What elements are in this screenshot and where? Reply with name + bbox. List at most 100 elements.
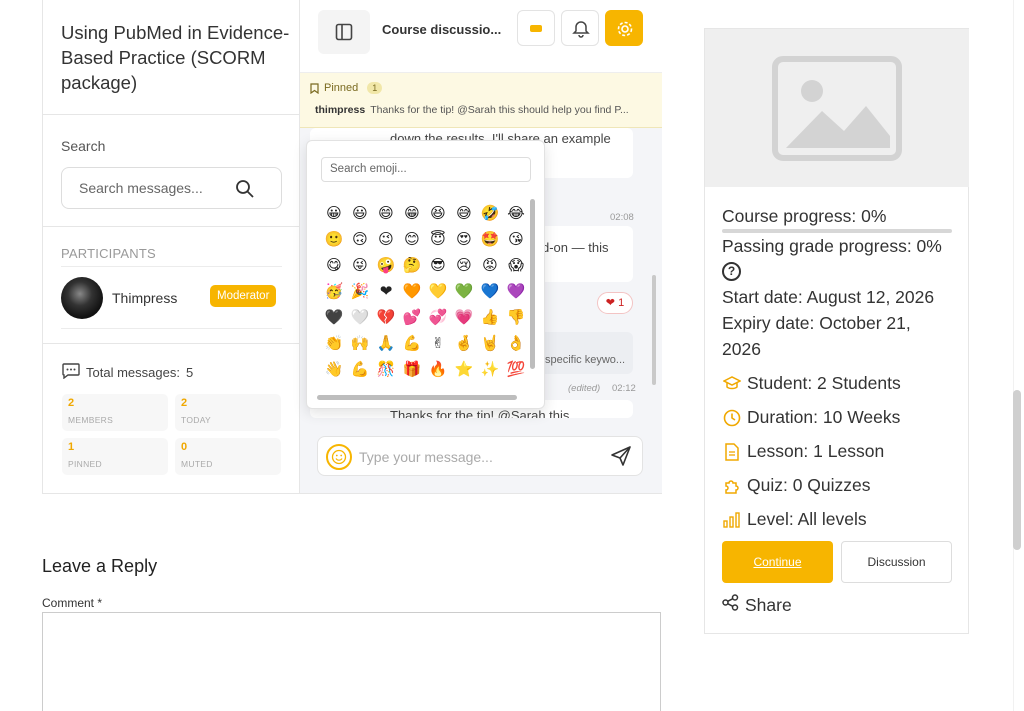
settings-button[interactable] <box>605 10 643 46</box>
divider <box>61 328 282 329</box>
emoji-option[interactable]: 🤍 <box>347 307 373 328</box>
emoji-option[interactable]: 🙌 <box>347 333 373 354</box>
emoji-search-input[interactable]: Search emoji... <box>321 157 531 182</box>
discussion-button[interactable]: Discussion <box>841 541 952 583</box>
emoji-option[interactable]: 😘 <box>503 229 529 250</box>
emoji-option[interactable]: 🤩 <box>477 229 503 250</box>
message-input[interactable]: Type your message... <box>359 449 493 465</box>
reaction-badge[interactable]: ❤ 1 <box>597 292 633 314</box>
emoji-option[interactable]: 😊 <box>399 229 425 250</box>
emoji-option[interactable]: 💪 <box>399 333 425 354</box>
emoji-option[interactable]: 🎉 <box>347 281 373 302</box>
emoji-option[interactable]: 💪 <box>347 359 373 380</box>
emoji-option[interactable]: 🥳 <box>321 281 347 302</box>
emoji-option[interactable]: 💙 <box>477 281 503 302</box>
meta-text: Lesson: 1 Lesson <box>747 441 885 461</box>
emoji-option[interactable]: 🖤 <box>321 307 347 328</box>
emoji-option[interactable]: 🎁 <box>399 359 425 380</box>
emoji-option[interactable]: 😀 <box>321 203 347 224</box>
emoji-option[interactable]: 👋 <box>321 359 347 380</box>
emoji-option[interactable]: 💕 <box>399 307 425 328</box>
comment-textarea[interactable] <box>42 612 661 711</box>
sidebar-icon <box>335 23 353 41</box>
continue-button[interactable]: Continue <box>722 541 833 583</box>
chat-scrollbar[interactable] <box>652 275 656 385</box>
search-label: Search <box>61 138 106 154</box>
emoji-option[interactable]: 💛 <box>425 281 451 302</box>
emoji-option[interactable]: 😢 <box>451 255 477 276</box>
emoji-option[interactable]: 😜 <box>347 255 373 276</box>
emoji-vertical-scrollbar[interactable] <box>530 199 535 369</box>
emoji-option[interactable]: 😆 <box>425 203 451 224</box>
pin-button[interactable] <box>517 10 555 46</box>
emoji-option[interactable]: 😱 <box>503 255 529 276</box>
emoji-horizontal-scrollbar[interactable] <box>317 395 517 400</box>
emoji-option[interactable]: ✌ <box>425 333 451 354</box>
search-input[interactable]: Search messages... <box>61 167 282 209</box>
sidebar-toggle-button[interactable] <box>318 10 370 54</box>
emoji-option[interactable]: 😍 <box>451 229 477 250</box>
page-edge <box>1013 0 1014 711</box>
pinned-message-bar[interactable]: Pinned 1 thimpress Thanks for the tip! @S… <box>300 73 662 128</box>
emoji-grid[interactable]: 😀 😃 😄 😁 😆 😅 🤣 😂 🙂 🙃 😉 😊 😇 😍 🤩 😘 😋 😜 🤪 🤔 😎 😢 😡 😱 🥳 🎉 ❤ 🧡 💛 💚 💙 💜 🖤 🤍 💔 💕 💞 💗 👍 👎… <box>321 203 526 380</box>
moderator-badge: Moderator <box>210 285 277 307</box>
file-icon <box>722 442 741 461</box>
emoji-option[interactable]: 😡 <box>477 255 503 276</box>
emoji-option[interactable]: 🤞 <box>451 333 477 354</box>
help-icon[interactable]: ? <box>722 262 741 281</box>
meta-text: Level: All levels <box>747 509 867 529</box>
emoji-option[interactable]: 👌 <box>503 333 529 354</box>
emoji-option[interactable]: 💜 <box>503 281 529 302</box>
send-icon[interactable] <box>610 445 632 472</box>
emoji-option[interactable]: 💯 <box>503 359 529 380</box>
stat-value: 1 <box>68 441 75 453</box>
notifications-button[interactable] <box>561 10 599 46</box>
emoji-option[interactable]: 🙏 <box>373 333 399 354</box>
emoji-option[interactable]: 👏 <box>321 333 347 354</box>
emoji-picker[interactable]: Search emoji... 😀 😃 😄 😁 😆 😅 🤣 😂 🙂 🙃 😉 😊 😇 😍 🤩 😘 😋 😜 🤪 🤔 😎 😢 😡 😱… <box>306 140 545 409</box>
emoji-option[interactable]: 😋 <box>321 255 347 276</box>
edited-label: (edited) <box>568 383 601 394</box>
emoji-option[interactable]: 🤔 <box>399 255 425 276</box>
emoji-option[interactable]: ⭐ <box>451 359 477 380</box>
search-icon[interactable] <box>235 179 255 204</box>
emoji-option[interactable]: 🤣 <box>477 203 503 224</box>
comment-label: Comment * <box>42 596 103 610</box>
emoji-option[interactable]: 😄 <box>373 203 399 224</box>
share-link[interactable]: Share <box>722 594 792 616</box>
participant-name[interactable]: Thimpress <box>112 290 177 306</box>
emoji-option[interactable]: 🤪 <box>373 255 399 276</box>
emoji-option[interactable]: 😎 <box>425 255 451 276</box>
emoji-option[interactable]: 👍 <box>477 307 503 328</box>
emoji-option[interactable]: 😂 <box>503 203 529 224</box>
emoji-option[interactable]: 💞 <box>425 307 451 328</box>
stat-value: 2 <box>181 397 188 409</box>
emoji-option[interactable]: 🧡 <box>399 281 425 302</box>
emoji-option[interactable]: 😇 <box>425 229 451 250</box>
emoji-option[interactable]: 🤘 <box>477 333 503 354</box>
emoji-option[interactable]: 💚 <box>451 281 477 302</box>
share-icon[interactable] <box>722 594 739 616</box>
emoji-option[interactable]: 💔 <box>373 307 399 328</box>
emoji-option[interactable]: 😁 <box>399 203 425 224</box>
message-composer[interactable]: Type your message... <box>317 436 643 476</box>
emoji-option[interactable]: 😅 <box>451 203 477 224</box>
page-scrollbar[interactable] <box>1013 390 1021 550</box>
emoji-option[interactable]: ✨ <box>477 359 503 380</box>
emoji-option[interactable]: 🎊 <box>373 359 399 380</box>
emoji-option[interactable]: 😃 <box>347 203 373 224</box>
stat-label: PINNED <box>68 459 102 469</box>
emoji-button[interactable] <box>326 444 352 470</box>
total-messages-value: 5 <box>185 365 194 380</box>
emoji-option[interactable]: 😉 <box>373 229 399 250</box>
avatar[interactable] <box>61 277 103 319</box>
reply-title: Leave a Reply <box>42 556 158 576</box>
course-thumbnail <box>705 29 969 187</box>
emoji-option[interactable]: 🙂 <box>321 229 347 250</box>
emoji-option[interactable]: 💗 <box>451 307 477 328</box>
emoji-option[interactable]: ❤ <box>373 281 399 302</box>
emoji-option[interactable]: 🙃 <box>347 229 373 250</box>
emoji-option[interactable]: 🔥 <box>425 359 451 380</box>
share-label[interactable]: Share <box>745 595 792 616</box>
emoji-option[interactable]: 👎 <box>503 307 529 328</box>
